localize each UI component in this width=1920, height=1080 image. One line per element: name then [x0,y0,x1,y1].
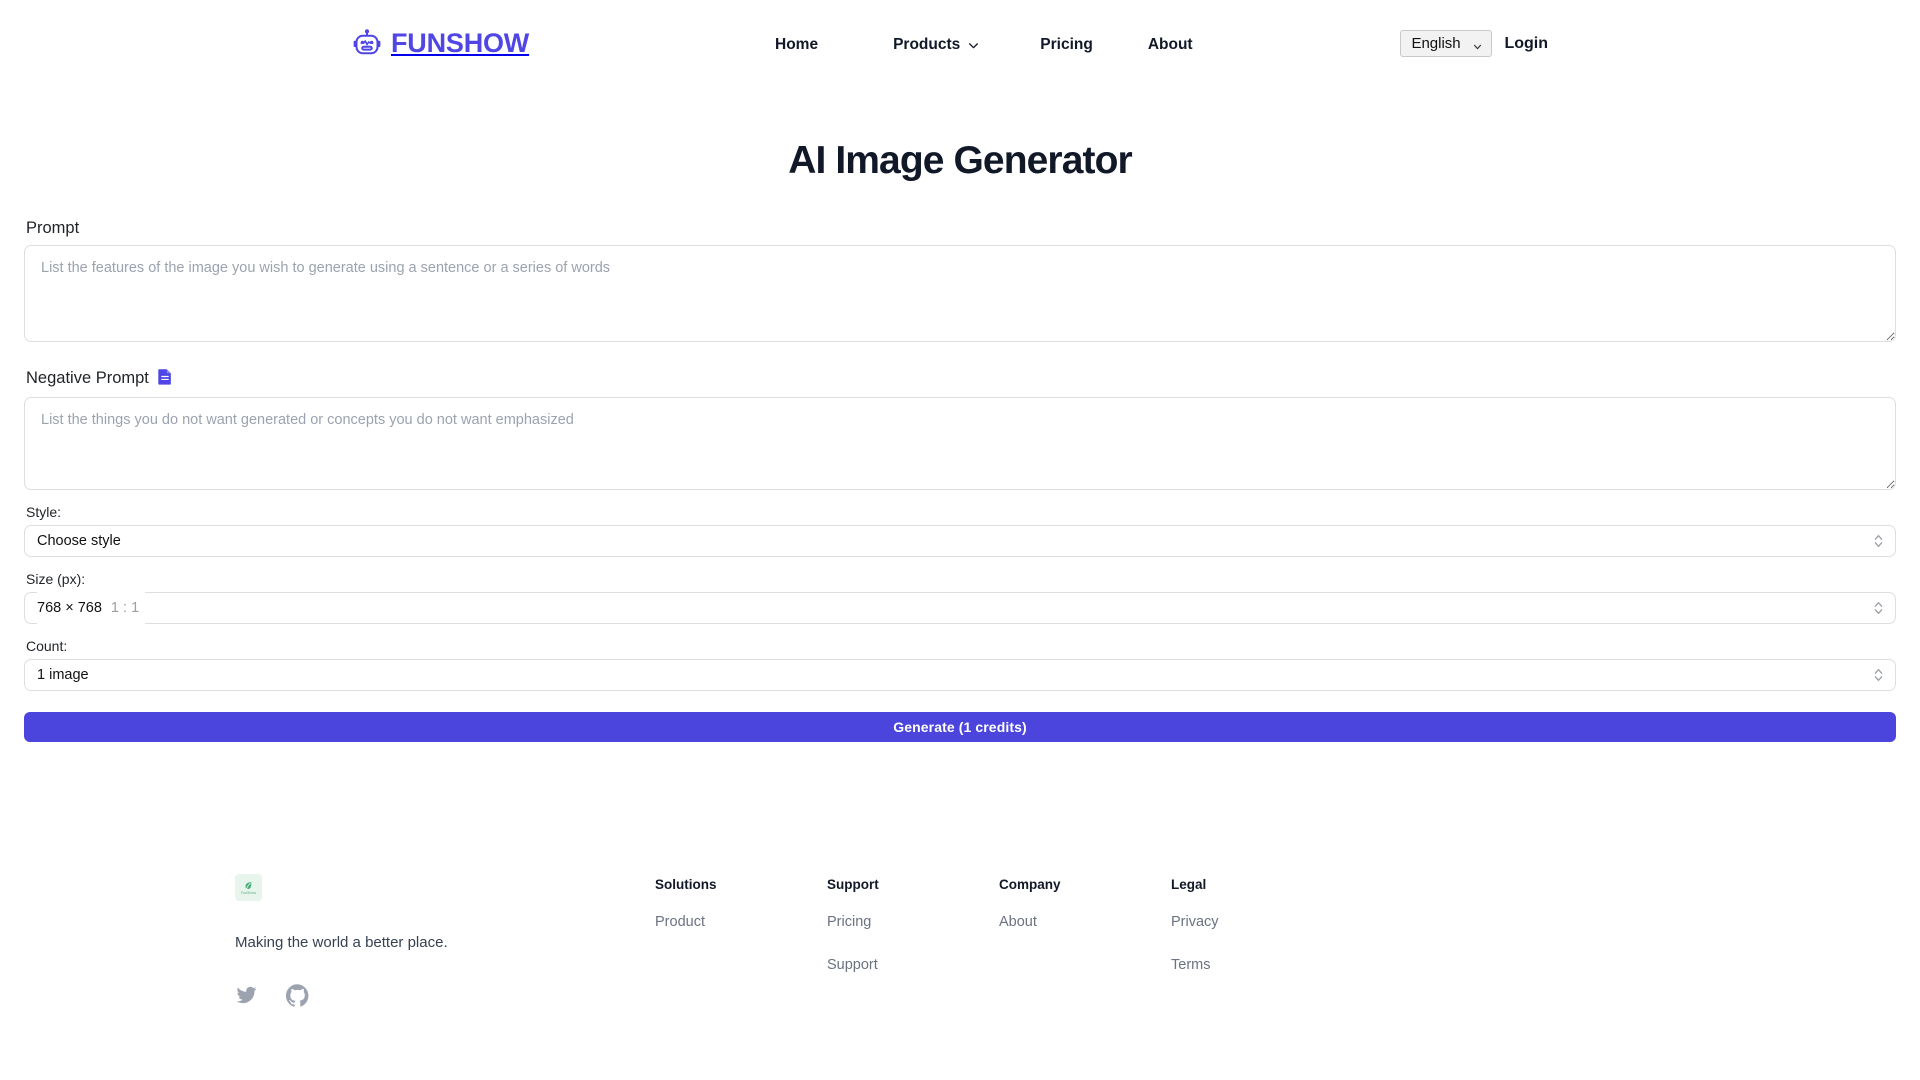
footer-column-solutions: Solutions Product [655,877,827,1007]
nav-item-products[interactable]: Products [893,36,980,54]
footer-logo-text: FunShow [240,890,257,895]
language-select-wrapper: English [1400,30,1493,57]
footer-inner: FunShow Making the world a better place. [235,873,1685,1007]
footer-column-title: Legal [1171,876,1207,892]
nav-item-label: Products [893,36,961,53]
robot-icon [352,28,382,59]
footer-brand: FunShow Making the world a better place. [235,873,655,1007]
header-actions: English Login [1400,30,1548,57]
count-label: Count: [26,637,68,654]
footer-logo-icon: FunShow [235,873,262,901]
prompt-label: Prompt [26,219,1896,238]
page-title: AI Image Generator [788,139,1132,182]
login-link[interactable]: Login [1504,35,1548,53]
nav-item-label: Pricing [1040,36,1093,53]
site-footer: FunShow Making the world a better place. [0,873,1920,1007]
nav-item-about[interactable]: About [1148,36,1193,54]
footer-tagline: Making the world a better place. [235,933,448,951]
twitter-icon[interactable] [235,985,258,1005]
footer-column-title: Company [999,876,1061,892]
footer-link-terms[interactable]: Terms [1171,957,1343,973]
chevron-down-icon [967,39,980,52]
document-icon[interactable] [158,368,172,390]
site-header: FUNSHOW Home Products Pricing About Engl… [0,0,1920,94]
footer-link-support[interactable]: Support [827,957,999,973]
footer-columns: Solutions Product Support Pricing Suppor… [655,874,1685,1007]
footer-column-support: Support Pricing Support [827,877,999,1007]
footer-socials [235,984,655,1007]
github-icon[interactable] [286,984,309,1007]
nav-item-pricing[interactable]: Pricing [1040,36,1093,54]
negative-prompt-label-text: Negative Prompt [26,369,149,388]
negative-prompt-label: Negative Prompt [26,368,1896,390]
nav-item-label: Home [775,36,819,53]
generate-button[interactable]: Generate (1 credits) [24,711,1896,742]
brand-logo-link[interactable]: FUNSHOW [352,28,529,59]
footer-link-pricing[interactable]: Pricing [827,914,999,930]
main-navigation: Home Products Pricing About [775,36,1193,54]
footer-link-about[interactable]: About [999,914,1171,930]
footer-column-company: Company About [999,877,1171,1007]
count-select[interactable]: 1 image [24,658,1896,691]
size-select-wrapper: 768 × 768 1 : 1 768 × 768 1 : 1 [24,591,1896,624]
style-select-wrapper: Choose style [24,524,1896,557]
prompt-input[interactable] [24,244,1896,342]
prompt-label-text: Prompt [26,218,80,237]
style-select[interactable]: Choose style [24,524,1896,557]
negative-prompt-input[interactable] [24,396,1896,490]
main-content: AI Image Generator Prompt Negative Promp… [0,138,1920,742]
footer-column-legal: Legal Privacy Terms [1171,877,1343,1007]
footer-link-product[interactable]: Product [655,914,827,930]
footer-column-title: Solutions [655,876,717,892]
nav-item-home[interactable]: Home [775,36,818,54]
style-label: Style: [26,503,62,520]
size-label: Size (px): [26,570,86,587]
nav-item-label: About [1147,36,1193,53]
size-select[interactable]: 768 × 768 1 : 1 [24,591,1896,624]
language-select[interactable]: English [1400,30,1493,57]
brand-name: FUNSHOW [391,28,530,58]
count-select-wrapper: 1 image [24,658,1896,691]
footer-link-privacy[interactable]: Privacy [1171,914,1343,930]
footer-column-title: Support [827,876,879,892]
